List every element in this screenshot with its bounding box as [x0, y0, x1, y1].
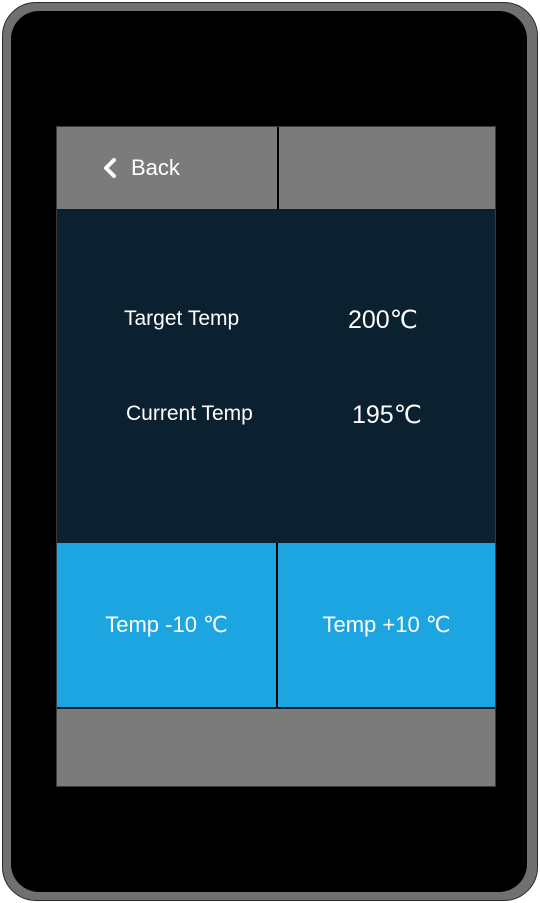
- back-button[interactable]: Back: [57, 127, 277, 209]
- top-bar: Back: [57, 127, 495, 209]
- back-label: Back: [131, 155, 180, 180]
- target-temp-value: 200℃: [348, 306, 418, 334]
- current-temp-label: Current Temp: [126, 402, 253, 425]
- temp-control-row: Temp -10 ℃ Temp +10 ℃: [57, 543, 495, 707]
- bottom-bar: [57, 709, 495, 786]
- temp-increase-button[interactable]: Temp +10 ℃: [278, 543, 495, 707]
- current-temp-value: 195℃: [352, 401, 422, 429]
- temperature-info-panel: Target Temp 200℃ Current Temp 195℃: [57, 209, 495, 543]
- touch-screen: Back Target Temp 200℃ Current Temp 195℃ …: [56, 126, 496, 787]
- top-bar-empty-cell: [279, 127, 495, 209]
- temp-decrease-button[interactable]: Temp -10 ℃: [57, 543, 276, 707]
- chevron-left-icon: [104, 158, 116, 178]
- target-temp-label: Target Temp: [124, 307, 240, 330]
